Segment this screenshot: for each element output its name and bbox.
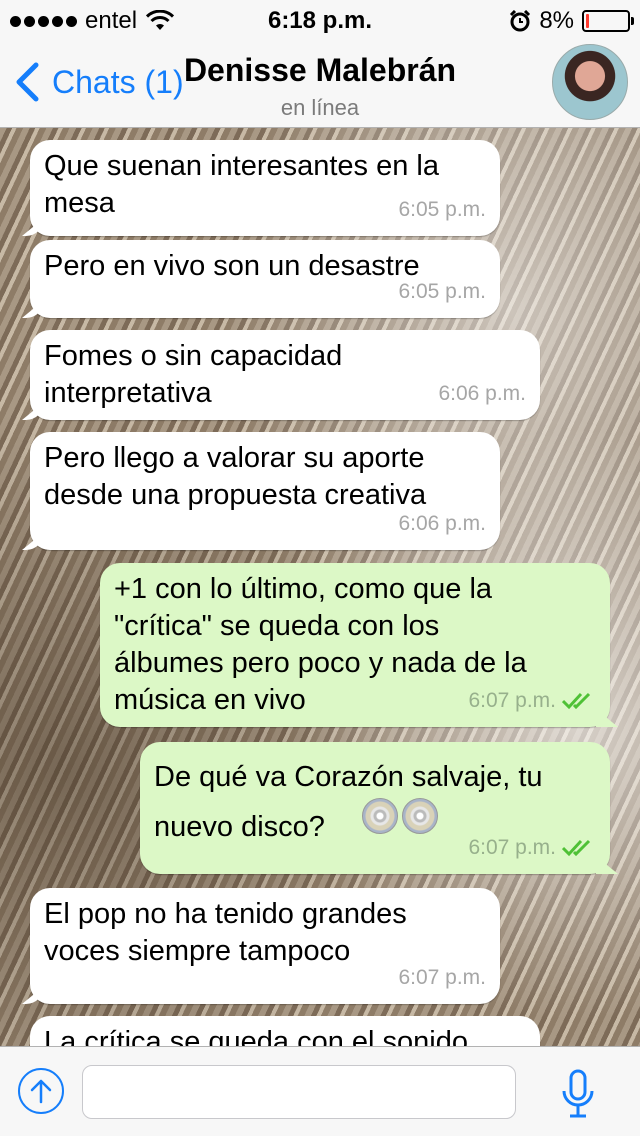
chevron-left-icon — [16, 62, 39, 102]
message-bubble-outgoing[interactable]: +1 con lo último, como que la "crítica" … — [100, 563, 610, 727]
message-input[interactable] — [82, 1065, 516, 1119]
message-bubble-incoming[interactable]: El pop no ha tenido grandes voces siempr… — [30, 888, 500, 1004]
read-receipt-double-check-icon — [562, 839, 591, 856]
message-time: 6:06 p.m. — [438, 382, 526, 405]
message-time: 6:07 p.m. — [468, 836, 556, 859]
message-time: 6:06 p.m. — [398, 512, 486, 535]
message-bubble-incoming[interactable]: Pero llego a valorar su aporte desde una… — [30, 432, 500, 550]
message-bubble-incoming[interactable]: Fomes o sin capacidad interpretativa 6:0… — [30, 330, 540, 420]
message-text: La crítica se queda con el sonido — [44, 1026, 468, 1046]
contact-name[interactable]: Denisse Malebrán — [140, 52, 500, 89]
alarm-clock-icon — [510, 10, 531, 32]
message-text: Pero llego a valorar su aporte desde una… — [44, 442, 427, 511]
conversation-header: Chats (1) Denisse Malebrán en línea — [0, 40, 640, 128]
message-time: 6:05 p.m. — [398, 198, 486, 221]
microphone-icon[interactable] — [560, 1069, 596, 1119]
battery-level — [586, 14, 589, 28]
contact-avatar[interactable] — [552, 44, 628, 120]
message-bubble-incoming[interactable]: Que suenan interesantes en la mesa 6:05 … — [30, 140, 500, 236]
composer-bar — [0, 1046, 640, 1136]
message-bubble-incoming[interactable]: La crítica se queda con el sonido — [30, 1016, 540, 1046]
battery-icon — [582, 10, 634, 32]
status-bar: entel 6:18 p.m. 8% — [0, 0, 640, 40]
upload-arrow-icon — [30, 1079, 52, 1104]
message-time: 6:07 p.m. — [398, 966, 486, 989]
message-time: 6:07 p.m. — [468, 689, 556, 712]
share-button[interactable] — [18, 1068, 64, 1114]
message-bubble-incoming[interactable]: Pero en vivo son un desastre 6:05 p.m. — [30, 240, 500, 318]
cd-disc-icon — [362, 798, 398, 834]
message-time: 6:05 p.m. — [398, 280, 486, 303]
message-list[interactable]: Que suenan interesantes en la mesa 6:05 … — [0, 128, 640, 1046]
contact-status: en línea — [280, 95, 360, 120]
cd-disc-icon — [402, 798, 438, 834]
battery-percent: 8% — [539, 7, 574, 34]
read-receipt-double-check-icon — [562, 692, 591, 709]
message-bubble-outgoing[interactable]: De qué va Corazón salvaje, tu nuevo disc… — [140, 742, 610, 874]
